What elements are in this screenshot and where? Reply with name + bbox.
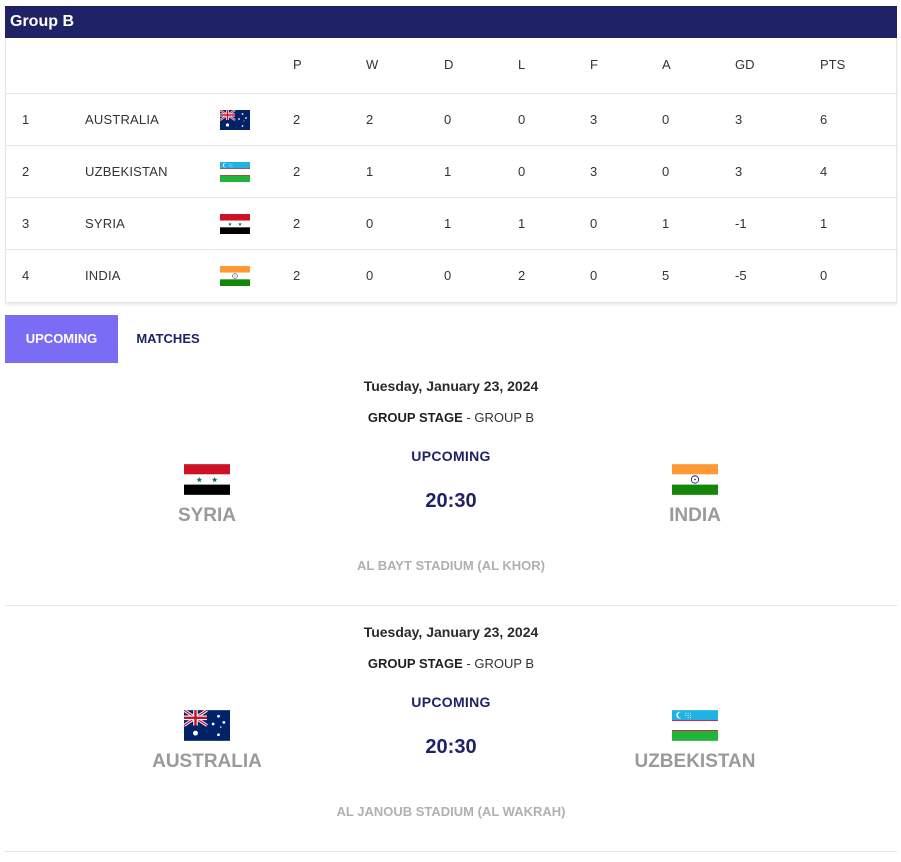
row-goals-against: 0 <box>662 112 670 127</box>
row-goal-difference: 3 <box>735 164 743 179</box>
away-team[interactable]: UZBEKISTAN <box>595 710 795 773</box>
row-lost: 0 <box>518 112 526 127</box>
row-drawn: 1 <box>444 164 452 179</box>
match-stage: GROUP STAGE - GROUP B <box>5 410 897 425</box>
tab-matches[interactable]: MATCHES <box>118 315 218 363</box>
group-title: Group B <box>5 6 897 38</box>
row-points: 0 <box>820 268 828 283</box>
row-drawn: 0 <box>444 268 452 283</box>
row-won: 0 <box>366 216 374 231</box>
australia-flag-icon <box>220 110 250 130</box>
table-header-row: P W D L F A GD PTS <box>6 38 898 94</box>
header-lost: L <box>518 57 526 72</box>
row-points: 1 <box>820 216 828 231</box>
header-goals-against: A <box>662 57 671 72</box>
row-points: 6 <box>820 112 828 127</box>
row-goal-difference: -5 <box>735 268 747 283</box>
syria-flag-icon <box>220 214 250 234</box>
row-goals-for: 0 <box>590 216 598 231</box>
row-team-name[interactable]: UZBEKISTAN <box>85 146 168 198</box>
match-stage-name: GROUP STAGE <box>367 656 463 671</box>
row-position: 1 <box>22 112 30 127</box>
row-position: 3 <box>22 216 30 231</box>
match-date: Tuesday, January 23, 2024 <box>363 624 539 640</box>
match-group-name: - GROUP B <box>462 656 535 671</box>
table-row[interactable]: 1 AUSTRALIA 2 2 0 0 3 0 3 6 <box>6 94 898 146</box>
match-card[interactable]: Tuesday, January 23, 2024 GROUP STAGE - … <box>5 372 897 606</box>
away-team-name: UZBEKISTAN <box>634 751 756 772</box>
header-goals-for: F <box>590 57 598 72</box>
table-row[interactable]: 3 SYRIA 2 0 1 1 0 1 -1 1 <box>6 198 898 250</box>
row-won: 2 <box>366 112 374 127</box>
match-stage-name: GROUP STAGE <box>367 410 463 425</box>
row-played: 2 <box>293 112 301 127</box>
row-position: 2 <box>22 164 30 179</box>
row-goal-difference: 3 <box>735 112 743 127</box>
row-goals-for: 0 <box>590 268 598 283</box>
header-won: W <box>366 57 379 72</box>
row-played: 2 <box>293 164 301 179</box>
row-lost: 1 <box>518 216 526 231</box>
row-goals-for: 3 <box>590 164 598 179</box>
row-drawn: 1 <box>444 216 452 231</box>
uzbekistan-flag-icon <box>220 162 250 182</box>
row-goals-for: 3 <box>590 112 598 127</box>
row-goal-difference: -1 <box>735 216 747 231</box>
row-played: 2 <box>293 268 301 283</box>
match-venue: AL BAYT STADIUM (AL KHOR) <box>356 558 546 573</box>
match-status: UPCOMING <box>411 694 491 710</box>
row-goals-against: 1 <box>662 216 670 231</box>
india-flag-icon <box>672 464 718 495</box>
uzbekistan-flag-icon <box>672 710 718 741</box>
row-team-name[interactable]: AUSTRALIA <box>85 94 159 146</box>
row-won: 1 <box>366 164 374 179</box>
match-group-name: - GROUP B <box>462 410 535 425</box>
header-points: PTS <box>820 57 846 72</box>
header-goal-difference: GD <box>735 57 755 72</box>
match-venue: AL JANOUB STADIUM (AL WAKRAH) <box>336 804 566 819</box>
header-played: P <box>293 57 302 72</box>
row-goals-against: 0 <box>662 164 670 179</box>
away-team-name: INDIA <box>669 505 721 526</box>
match-status: UPCOMING <box>411 448 491 464</box>
standings-table: P W D L F A GD PTS 1 AUSTRALIA 2 2 0 0 3… <box>5 38 898 303</box>
match-stage: GROUP STAGE - GROUP B <box>5 656 897 671</box>
header-drawn: D <box>444 57 454 72</box>
row-lost: 0 <box>518 164 526 179</box>
match-date: Tuesday, January 23, 2024 <box>363 378 539 394</box>
match-card[interactable]: Tuesday, January 23, 2024 GROUP STAGE - … <box>5 618 897 852</box>
row-won: 0 <box>366 268 374 283</box>
row-played: 2 <box>293 216 301 231</box>
row-drawn: 0 <box>444 112 452 127</box>
india-flag-icon <box>220 266 250 286</box>
table-row[interactable]: 2 UZBEKISTAN 2 1 1 0 3 0 3 4 <box>6 146 898 198</box>
row-team-name[interactable]: INDIA <box>85 250 121 302</box>
row-position: 4 <box>22 268 30 283</box>
row-points: 4 <box>820 164 828 179</box>
row-lost: 2 <box>518 268 526 283</box>
row-team-name[interactable]: SYRIA <box>85 198 125 250</box>
away-team[interactable]: INDIA <box>595 464 795 527</box>
row-goals-against: 5 <box>662 268 670 283</box>
tab-upcoming[interactable]: UPCOMING <box>5 315 118 363</box>
table-row[interactable]: 4 INDIA 2 0 0 2 0 5 -5 0 <box>6 250 898 302</box>
